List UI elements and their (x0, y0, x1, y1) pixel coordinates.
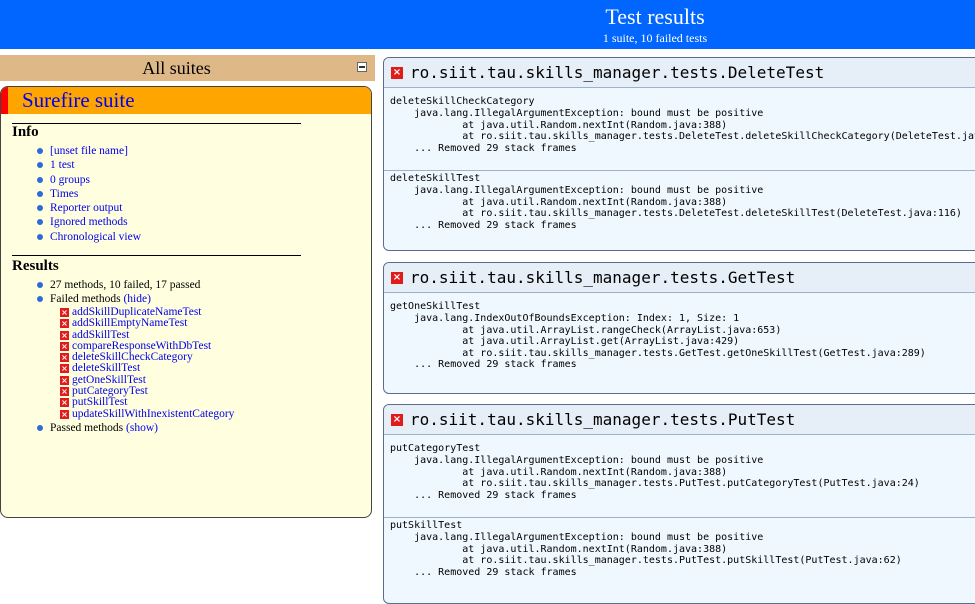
bullet-icon (37, 190, 43, 197)
failed-icon: × (391, 272, 403, 284)
test-class-panel: × ro.siit.tau.skills_manager.tests.PutTe… (383, 404, 975, 604)
info-item-label[interactable]: Times (50, 188, 78, 200)
failed-method-link[interactable]: deleteSkillCheckCategory (72, 351, 193, 363)
page-subtitle: 1 suite, 10 failed tests (602, 31, 708, 45)
failed-methods-hide-link[interactable]: (hide) (123, 293, 150, 305)
failed-method-link[interactable]: addSkillDuplicateNameTest (72, 306, 202, 318)
failed-method-link[interactable]: getOneSkillTest (72, 374, 146, 386)
stack-trace: java.lang.IllegalArgumentException: boun… (414, 532, 902, 578)
test-method-name: putCategoryTest (390, 443, 481, 454)
suite-status-bar (1, 87, 8, 114)
all-suites-bar[interactable]: All suites (0, 55, 375, 81)
info-list: [unset file name] 1 test 0 groups Times … (1, 144, 141, 244)
page-title: Test results (605, 4, 705, 29)
passed-methods-label: Passed methods (50, 422, 124, 434)
results-list: 27 methods, 10 failed, 17 passed Failed … (1, 278, 200, 307)
suite-name[interactable]: Surefire suite (22, 88, 135, 113)
passed-methods-list: Passed methods (show) (1, 421, 158, 435)
info-item-chronological-view[interactable]: Chronological view (1, 230, 141, 244)
bullet-icon (37, 296, 43, 303)
info-divider (12, 123, 301, 124)
stack-trace: java.lang.IllegalArgumentException: boun… (414, 108, 975, 154)
failed-icon: × (60, 353, 69, 363)
failed-method-link[interactable]: deleteSkillTest (72, 362, 140, 375)
test-class-header: × ro.siit.tau.skills_manager.tests.GetTe… (384, 263, 975, 293)
stack-trace: java.lang.IndexOutOfBoundsException: Ind… (414, 313, 926, 371)
test-class-panel: × ro.siit.tau.skills_manager.tests.GetTe… (383, 262, 975, 394)
failed-methods-row: Failed methods (hide) (1, 292, 200, 306)
bullet-icon (37, 176, 43, 183)
failed-method-link[interactable]: compareResponseWithDbTest (72, 340, 211, 352)
info-item-tests[interactable]: 1 test (1, 158, 141, 172)
info-item-label[interactable]: Ignored methods (50, 216, 128, 228)
failed-icon: × (60, 330, 69, 340)
failed-method-link[interactable]: putCategoryTest (72, 385, 148, 397)
failed-icon: × (60, 398, 69, 408)
failed-icon: × (60, 364, 69, 374)
results-summary-text: 27 methods, 10 failed, 17 passed (50, 279, 201, 291)
results-divider (12, 255, 301, 256)
results-summary: 27 methods, 10 failed, 17 passed (1, 278, 200, 292)
failed-icon: × (60, 409, 69, 419)
failed-method-item[interactable]: × updateSkillWithInexistentCategory (1, 408, 234, 420)
test-class-header: × ro.siit.tau.skills_manager.tests.PutTe… (384, 405, 975, 435)
test-method-name: deleteSkillTest (390, 173, 481, 184)
collapse-icon[interactable] (357, 62, 367, 72)
info-heading: Info (12, 124, 39, 140)
info-item-times[interactable]: Times (1, 187, 141, 201)
failed-method-link[interactable]: updateSkillWithInexistentCategory (72, 408, 234, 420)
bullet-icon (37, 148, 43, 154)
test-class-name: ro.siit.tau.skills_manager.tests.GetTest (410, 268, 796, 287)
failed-method-link[interactable]: putSkillTest (72, 396, 127, 409)
test-class-panel: × ro.siit.tau.skills_manager.tests.Delet… (383, 57, 975, 251)
test-method-name: deleteSkillCheckCategory (390, 96, 535, 107)
test-class-header: × ro.siit.tau.skills_manager.tests.Delet… (384, 58, 975, 88)
test-method-name: putSkillTest (390, 520, 463, 531)
bullet-icon (37, 233, 43, 240)
info-item-ignored-methods[interactable]: Ignored methods (1, 215, 141, 229)
failed-icon: × (60, 387, 69, 397)
failed-method-link[interactable]: addSkillEmptyNameTest (72, 317, 187, 330)
failed-icon: × (391, 67, 403, 79)
failed-icon: × (60, 319, 69, 329)
failed-methods-label: Failed methods (50, 293, 121, 306)
results-heading: Results (12, 258, 59, 274)
stack-trace: java.lang.IllegalArgumentException: boun… (414, 185, 962, 231)
suite-panel: Surefire suite Info [unset file name] 1 … (0, 86, 372, 518)
info-item-reporter-output[interactable]: Reporter output (1, 201, 141, 215)
header-banner: Test results 1 suite, 10 failed tests (0, 0, 975, 49)
info-item-label[interactable]: 0 groups (50, 174, 90, 186)
bullet-icon (37, 219, 43, 226)
method-divider (384, 517, 975, 518)
test-class-name: ro.siit.tau.skills_manager.tests.PutTest (410, 410, 796, 429)
test-class-name: ro.siit.tau.skills_manager.tests.DeleteT… (410, 63, 825, 82)
info-item-groups[interactable]: 0 groups (1, 173, 141, 187)
passed-methods-row: Passed methods (show) (1, 421, 158, 435)
info-item-file-name[interactable]: [unset file name] (1, 144, 141, 158)
passed-methods-show-link[interactable]: (show) (126, 422, 158, 434)
info-item-label[interactable]: Reporter output (50, 202, 123, 214)
bullet-icon (37, 162, 43, 169)
stack-trace: java.lang.IllegalArgumentException: boun… (414, 455, 920, 501)
bullet-icon (37, 282, 43, 288)
method-divider (384, 170, 975, 171)
failed-icon: × (60, 375, 69, 385)
info-item-label[interactable]: Chronological view (50, 231, 141, 243)
test-method-name: getOneSkillTest (390, 301, 481, 312)
failed-icon: × (60, 308, 69, 317)
suite-header[interactable]: Surefire suite (1, 87, 371, 114)
info-item-label[interactable]: [unset file name] (50, 145, 128, 157)
bullet-icon (37, 205, 43, 212)
all-suites-label: All suites (142, 58, 211, 78)
bullet-icon (37, 425, 43, 431)
failed-icon: × (391, 414, 403, 426)
failed-icon: × (60, 341, 69, 351)
info-item-label[interactable]: 1 test (50, 159, 75, 171)
failed-method-link[interactable]: addSkillTest (72, 329, 129, 341)
failed-methods-list: × addSkillDuplicateNameTest × addSkillEmpt… (1, 306, 234, 420)
